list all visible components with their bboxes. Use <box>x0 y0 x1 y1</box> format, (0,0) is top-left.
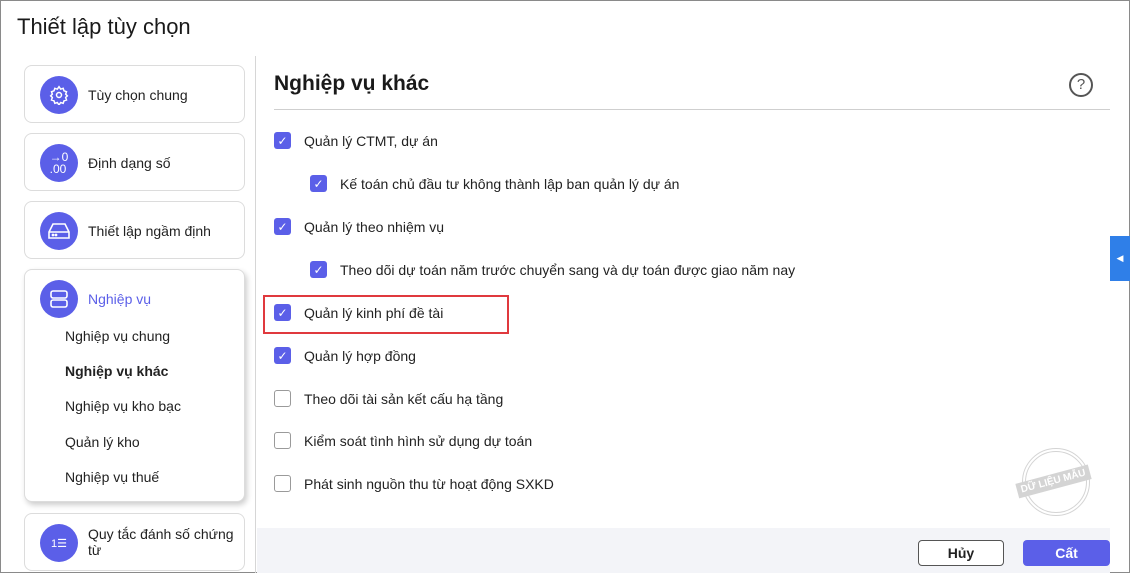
cancel-button[interactable]: Hủy <box>918 540 1004 566</box>
caret-left-icon: ◀ <box>1116 253 1124 263</box>
checkbox-checked[interactable]: ✓ <box>274 218 291 235</box>
sub-item-general-ops[interactable]: Nghiệp vụ chung <box>65 328 170 344</box>
checkbox-unchecked[interactable] <box>274 390 291 407</box>
checkbox-checked[interactable]: ✓ <box>310 175 327 192</box>
sidebar-item-numbering-rules[interactable]: 1☰ Quy tắc đánh số chứng từ <box>24 513 245 571</box>
sample-data-stamp: DỮ LIỆU MẪU <box>1015 448 1092 516</box>
sub-item-warehouse[interactable]: Quản lý kho <box>65 434 140 450</box>
server-icon <box>40 280 78 318</box>
sidebar: Tùy chọn chung →0 .00 Định dạng số Thiết… <box>0 56 256 573</box>
option-checkbox-row[interactable]: ✓ Quản lý kinh phí đề tài <box>274 304 443 321</box>
sidebar-item-number-format[interactable]: →0 .00 Định dạng số <box>24 133 245 191</box>
footer: Hủy Cất <box>257 528 1110 573</box>
checkbox-checked[interactable]: ✓ <box>274 347 291 364</box>
option-label: Phát sinh nguồn thu từ hoạt động SXKD <box>304 475 554 492</box>
option-label: Quản lý CTMT, dự án <box>304 132 438 149</box>
option-checkbox-row[interactable]: ✓ Quản lý hợp đồng <box>274 347 416 364</box>
sub-item-treasury[interactable]: Nghiệp vụ kho bạc <box>65 398 181 414</box>
dialog-title: Thiết lập tùy chọn <box>17 14 191 39</box>
option-checkbox-row[interactable]: Theo dõi tài sản kết cấu hạ tầng <box>274 390 503 407</box>
option-checkbox-row[interactable]: Kiểm soát tình hình sử dụng dự toán <box>274 432 532 449</box>
option-label: Quản lý theo nhiệm vụ <box>304 218 445 235</box>
option-checkbox-row[interactable]: ✓ Kế toán chủ đầu tư không thành lập ban … <box>310 175 679 192</box>
option-label: Quản lý hợp đồng <box>304 347 416 364</box>
sub-item-other-ops[interactable]: Nghiệp vụ khác <box>65 363 168 379</box>
numbered-list-icon: 1☰ <box>40 524 78 562</box>
main-panel: Nghiệp vụ khác ? ✓ Quản lý CTMT, dự án ✓ Kế… <box>257 56 1130 573</box>
option-label: Quản lý kinh phí đề tài <box>304 304 444 321</box>
drive-icon <box>40 212 78 250</box>
checkbox-unchecked[interactable] <box>274 475 291 492</box>
checkbox-checked[interactable]: ✓ <box>310 261 327 278</box>
checkbox-checked[interactable]: ✓ <box>274 132 291 149</box>
save-button[interactable]: Cất <box>1023 540 1110 566</box>
sidebar-item-defaults[interactable]: Thiết lập ngầm định <box>24 201 245 259</box>
sidebar-item-general[interactable]: Tùy chọn chung <box>24 65 245 123</box>
option-checkbox-row[interactable]: ✓ Quản lý theo nhiệm vụ <box>274 218 444 235</box>
checkbox-checked[interactable]: ✓ <box>274 304 291 321</box>
option-checkbox-row[interactable]: Phát sinh nguồn thu từ hoạt động SXKD <box>274 475 554 492</box>
divider <box>274 109 1110 110</box>
option-label: Kiểm soát tình hình sử dụng dự toán <box>304 432 533 449</box>
option-checkbox-row[interactable]: ✓ Quản lý CTMT, dự án <box>274 132 438 149</box>
checkbox-unchecked[interactable] <box>274 432 291 449</box>
sub-item-tax[interactable]: Nghiệp vụ thuế <box>65 469 159 485</box>
option-checkbox-row[interactable]: ✓ Theo dõi dự toán năm trước chuyển sang … <box>310 261 795 278</box>
help-icon[interactable]: ? <box>1069 73 1093 97</box>
number-format-icon: →0 .00 <box>40 144 78 182</box>
sidebar-item-operations[interactable]: Nghiệp vụ Nghiệp vụ chung Nghiệp vụ khác… <box>24 269 245 502</box>
collapse-panel-tab[interactable]: ◀ <box>1110 236 1130 281</box>
option-label: Kế toán chủ đầu tư không thành lập ban q… <box>340 175 680 192</box>
section-heading: Nghiệp vụ khác <box>274 72 430 95</box>
option-label: Theo dõi dự toán năm trước chuyển sang v… <box>340 261 796 278</box>
option-label: Theo dõi tài sản kết cấu hạ tầng <box>304 390 504 407</box>
gear-icon <box>40 76 78 114</box>
